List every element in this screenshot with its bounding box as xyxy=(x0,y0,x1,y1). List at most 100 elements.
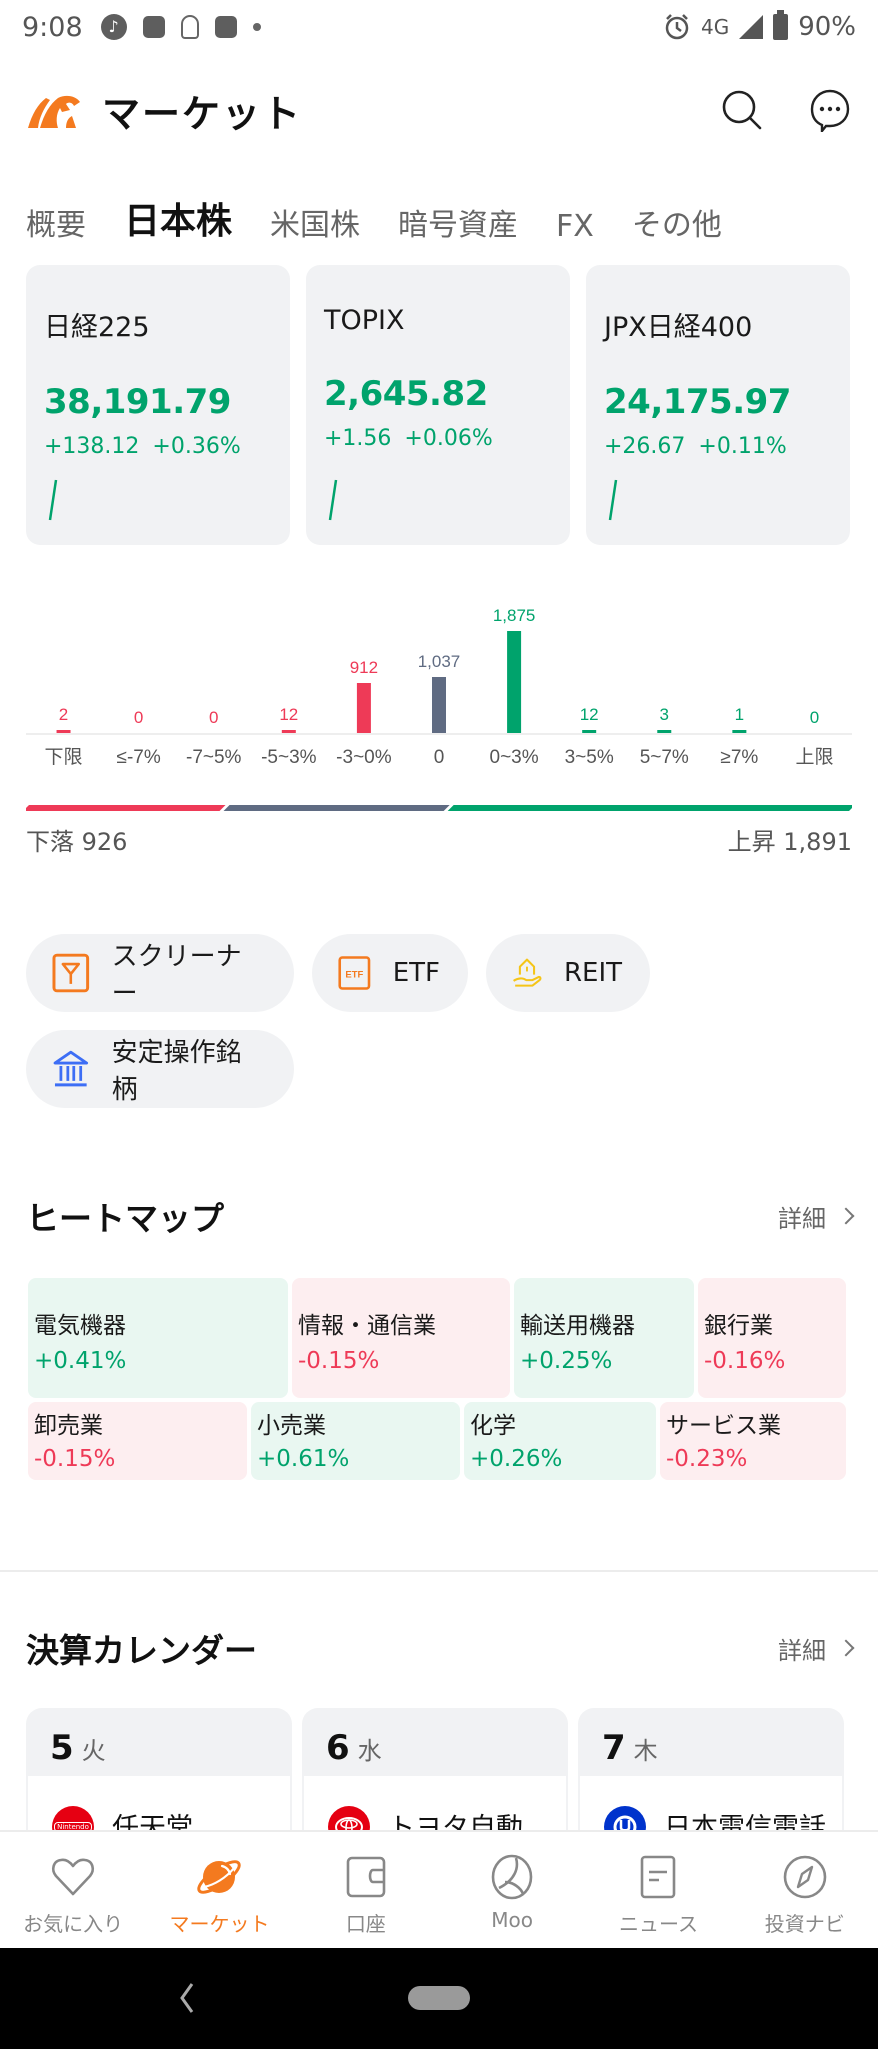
index-card-nikkei225[interactable]: 日経225 38,191.79 +138.12 +0.36% xyxy=(26,265,290,545)
back-icon[interactable] xyxy=(172,1978,202,2018)
price-change-distribution-chart: 2 下限 0 ≤-7% 0 -7~5% 12 -5~3% 912 -3~0% 1,037 0 1,875… xyxy=(26,595,852,775)
category-tick-label: 上限 xyxy=(795,746,833,768)
chat-icon[interactable] xyxy=(808,88,852,132)
heatmap-cell[interactable]: 小売業 +0.61% xyxy=(251,1402,460,1480)
heart-icon xyxy=(52,1858,95,1896)
distribution-bar xyxy=(657,730,672,733)
sparkline xyxy=(608,479,618,521)
heatmap-title: ヒートマップ xyxy=(26,1199,224,1238)
bar-value-label: 2 xyxy=(59,705,68,724)
distribution-bar xyxy=(507,631,522,733)
sector-name: 化学 xyxy=(470,1413,516,1439)
index-card-topix[interactable]: TOPIX 2,645.82 +1.56 +0.06% xyxy=(306,265,570,545)
heatmap-row: 卸売業 -0.15% 小売業 +0.61% 化学 +0.26% サービス業 -0… xyxy=(28,1402,850,1480)
index-price: 2,645.82 xyxy=(324,374,488,414)
heatmap-cell[interactable]: 電気機器 +0.41% xyxy=(28,1278,288,1398)
etf-icon: ETF xyxy=(338,956,371,990)
weekday: 火 xyxy=(81,1737,106,1765)
nav-label: ニュース xyxy=(618,1912,698,1936)
tab-other[interactable]: その他 xyxy=(632,200,722,244)
index-price: 24,175.97 xyxy=(604,382,791,422)
bank-building-icon xyxy=(53,1050,89,1087)
sector-name: 輸送用機器 xyxy=(520,1313,635,1339)
category-tick-label: 3~5% xyxy=(565,747,614,768)
decliners: 下落 926 xyxy=(26,822,127,857)
advancers: 上昇 1,891 xyxy=(728,822,852,857)
chip-label: 安定操作銘柄 xyxy=(111,1038,242,1105)
day-number: 6 xyxy=(326,1728,350,1768)
etf-button[interactable]: ETF ETF xyxy=(312,934,468,1012)
home-pill-button[interactable] xyxy=(408,1986,470,2010)
breadth-decliners-segment xyxy=(23,805,226,811)
nav-favorites[interactable]: お気に入り xyxy=(0,1832,146,1946)
index-change-percent: +0.36% xyxy=(152,434,241,459)
sector-change: -0.23% xyxy=(666,1446,748,1472)
system-navigation-bar xyxy=(0,1948,878,2049)
chip-label: REIT xyxy=(563,958,622,988)
search-icon[interactable] xyxy=(720,88,764,132)
heatmap-cell[interactable]: サービス業 -0.23% xyxy=(660,1402,846,1480)
tab-crypto[interactable]: 暗号資産 xyxy=(398,200,518,244)
wallet-icon xyxy=(346,1856,386,1898)
page-title: マーケット xyxy=(102,91,303,136)
tab-us-stocks[interactable]: 米国株 xyxy=(270,200,360,244)
distribution-bar xyxy=(582,730,597,733)
nav-market[interactable]: マーケット xyxy=(146,1832,292,1946)
reit-button[interactable]: REIT xyxy=(486,934,650,1012)
nav-label: 投資ナビ xyxy=(764,1912,845,1936)
day-number: 7 xyxy=(602,1728,626,1768)
heatmap-row: 電気機器 +0.41% 情報・通信業 -0.15% 輸送用機器 +0.25% 銀… xyxy=(28,1278,850,1398)
advance-decline-bar xyxy=(23,800,855,811)
advancers-count: 1,891 xyxy=(783,828,852,856)
details-label: 詳細 xyxy=(778,1636,826,1665)
heatmap-cell[interactable]: 情報・通信業 -0.15% xyxy=(292,1278,510,1398)
chip-label: スクリーナー xyxy=(111,942,242,1009)
heatmap-cell[interactable]: 銀行業 -0.16% xyxy=(698,1278,846,1398)
screener-button[interactable]: スクリーナー xyxy=(26,934,294,1012)
index-change-percent: +0.11% xyxy=(698,434,787,459)
distribution-bar xyxy=(732,730,747,733)
tab-overview[interactable]: 概要 xyxy=(26,200,86,244)
nav-label: 口座 xyxy=(345,1912,386,1936)
chevron-right-icon xyxy=(837,1207,855,1225)
earnings-details-link[interactable]: 詳細 xyxy=(778,1631,855,1666)
tab-fx[interactable]: FX xyxy=(556,209,594,244)
bar-value-label: 12 xyxy=(580,705,599,724)
category-tick-label: -5~3% xyxy=(261,747,317,768)
stabilization-stocks-button[interactable]: 安定操作銘柄 xyxy=(26,1030,294,1108)
nav-news[interactable]: ニュース xyxy=(585,1832,731,1946)
sector-name: 電気機器 xyxy=(34,1313,126,1339)
category-tick-label: 下限 xyxy=(45,746,83,768)
bar-value-label: 1 xyxy=(735,705,744,724)
heatmap-cell[interactable]: 輸送用機器 +0.25% xyxy=(514,1278,694,1398)
index-name: TOPIX xyxy=(324,305,405,336)
chip-label: ETF xyxy=(392,958,440,988)
nav-investment-navi[interactable]: 投資ナビ xyxy=(732,1832,878,1946)
more-notifications-dot-icon xyxy=(252,23,261,31)
heatmap-cell[interactable]: 卸売業 -0.15% xyxy=(28,1402,247,1480)
index-card-jpx400[interactable]: JPX日経400 24,175.97 +26.67 +0.11% xyxy=(586,265,850,545)
index-change: +138.12 +0.36% xyxy=(44,434,272,459)
sparkline xyxy=(48,479,58,521)
sector-change: -0.15% xyxy=(298,1348,380,1374)
battery-icon xyxy=(773,10,789,40)
breadth-unchanged-segment xyxy=(223,805,450,811)
sector-name: サービス業 xyxy=(666,1413,781,1439)
compass-icon xyxy=(783,1855,827,1899)
index-change: +1.56 +0.06% xyxy=(324,426,552,451)
earnings-calendar-title: 決算カレンダー xyxy=(26,1631,257,1670)
heatmap-cell[interactable]: 化学 +0.26% xyxy=(464,1402,656,1480)
lightbulb-icon xyxy=(180,15,199,39)
decliners-count: 926 xyxy=(81,828,128,856)
planet-icon xyxy=(197,1860,242,1894)
bar-value-label: 1,875 xyxy=(493,606,536,625)
details-label: 詳細 xyxy=(778,1204,826,1233)
breadth-svg xyxy=(23,805,855,811)
nav-account[interactable]: 口座 xyxy=(293,1832,439,1946)
news-icon xyxy=(641,1855,676,1899)
heatmap-details-link[interactable]: 詳細 xyxy=(778,1199,855,1234)
tab-japan-stocks[interactable]: 日本株 xyxy=(121,192,232,246)
sector-heatmap: 電気機器 +0.41% 情報・通信業 -0.15% 輸送用機器 +0.25% 銀… xyxy=(28,1278,850,1484)
calendar-date: 7木 xyxy=(578,1708,844,1776)
nav-moo[interactable]: Moo xyxy=(439,1832,585,1946)
